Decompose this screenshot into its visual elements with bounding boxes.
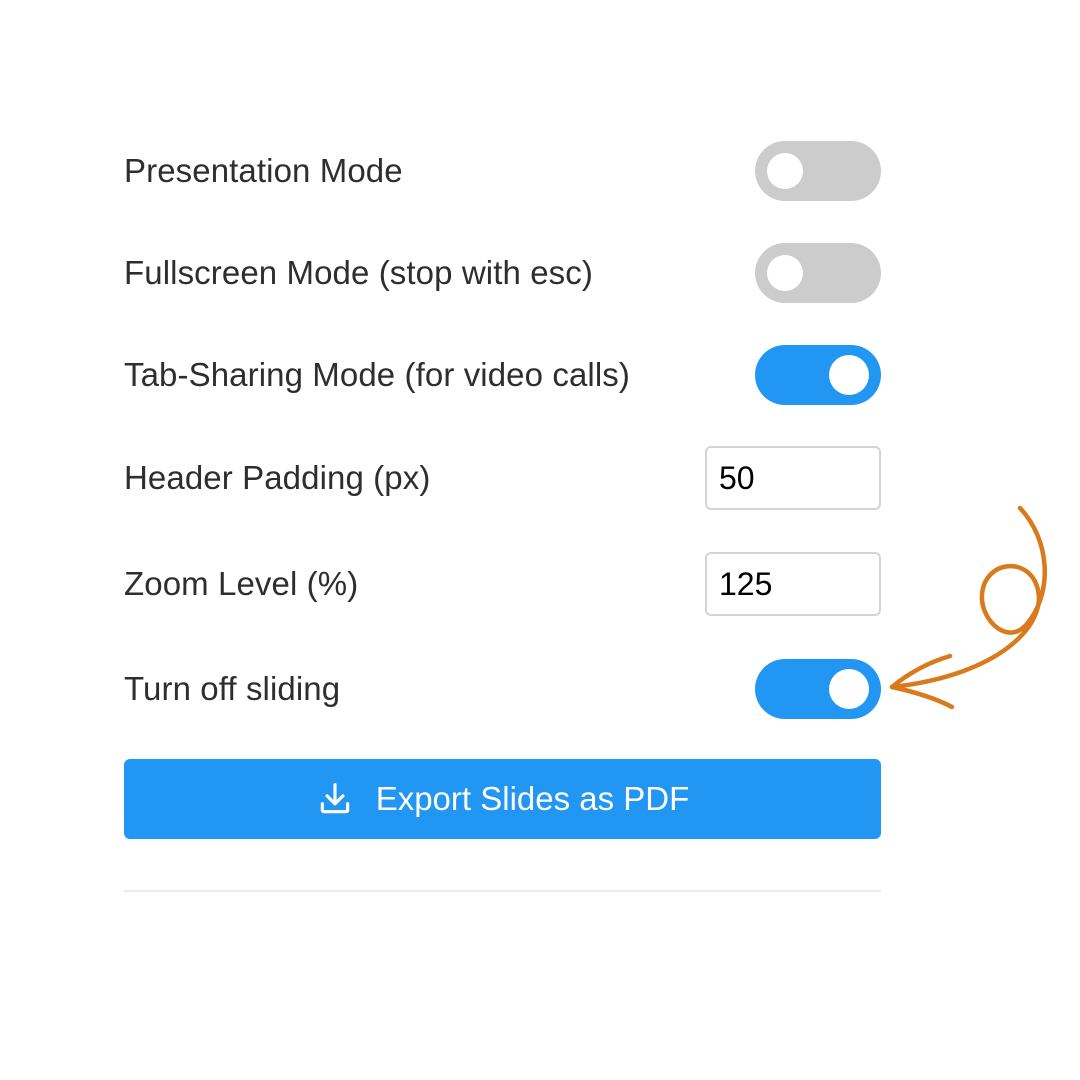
toggle-knob (829, 669, 869, 709)
fullscreen-mode-row: Fullscreen Mode (stop with esc) (124, 242, 881, 304)
annotation-arrow-icon (889, 505, 1047, 710)
fullscreen-mode-toggle[interactable] (755, 243, 881, 303)
presentation-mode-toggle[interactable] (755, 141, 881, 201)
toggle-knob (829, 355, 869, 395)
presentation-mode-label: Presentation Mode (124, 152, 403, 189)
toggle-knob (767, 255, 803, 291)
turn-off-sliding-toggle[interactable] (755, 659, 881, 719)
export-pdf-label: Export Slides as PDF (375, 780, 690, 817)
fullscreen-mode-label: Fullscreen Mode (stop with esc) (124, 254, 593, 291)
header-padding-label: Header Padding (px) (124, 459, 431, 496)
zoom-level-label: Zoom Level (%) (124, 565, 359, 602)
tab-sharing-mode-toggle[interactable] (755, 345, 881, 405)
divider (124, 890, 881, 892)
settings-panel: Presentation Mode Fullscreen Mode (stop … (124, 140, 881, 892)
turn-off-sliding-row: Turn off sliding (124, 658, 881, 720)
toggle-knob (767, 153, 803, 189)
zoom-level-input[interactable] (705, 552, 881, 616)
zoom-level-row: Zoom Level (%) (124, 552, 881, 616)
tab-sharing-mode-label: Tab-Sharing Mode (for video calls) (124, 356, 630, 393)
export-pdf-button[interactable]: Export Slides as PDF (124, 759, 881, 839)
presentation-mode-row: Presentation Mode (124, 140, 881, 202)
tab-sharing-mode-row: Tab-Sharing Mode (for video calls) (124, 344, 881, 406)
turn-off-sliding-label: Turn off sliding (124, 670, 341, 707)
download-icon (320, 783, 349, 814)
header-padding-row: Header Padding (px) (124, 446, 881, 510)
header-padding-input[interactable] (705, 446, 881, 510)
